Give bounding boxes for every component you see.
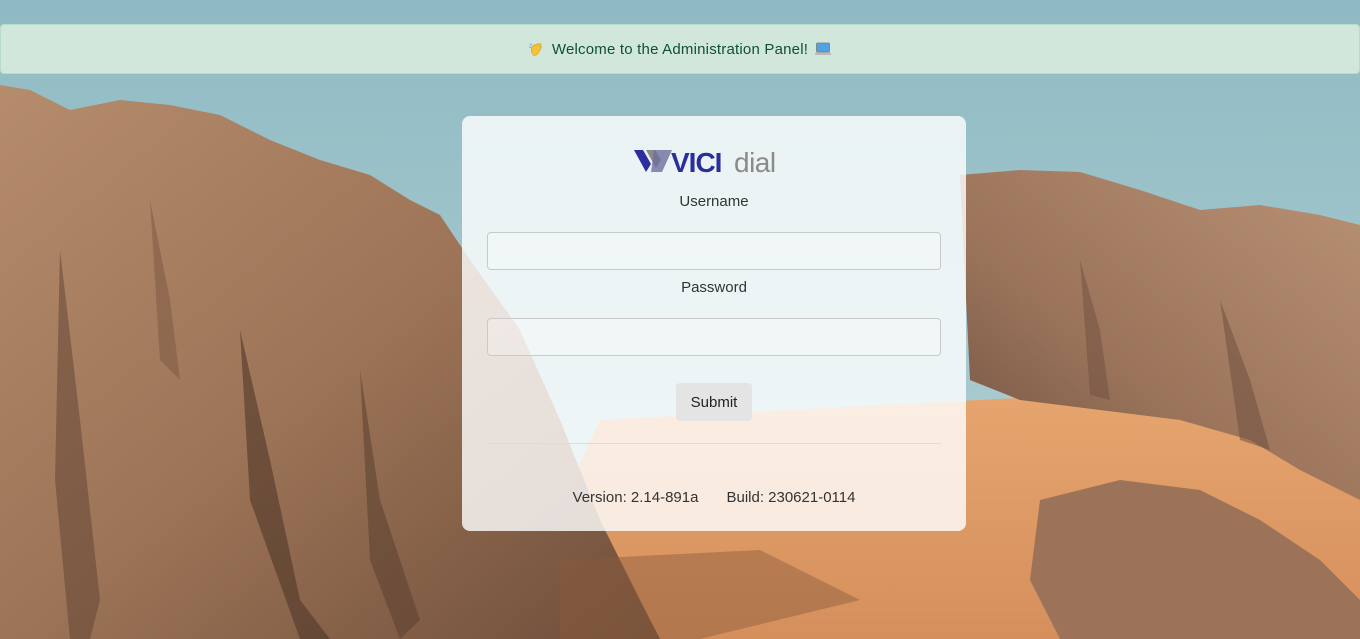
welcome-banner: Welcome to the Administration Panel! <box>0 24 1360 74</box>
laptop-icon <box>815 42 832 55</box>
password-input[interactable] <box>487 318 941 356</box>
version-info: Version: 2.14-891a Build: 230621-0114 <box>462 489 966 506</box>
svg-text:VICI: VICI <box>671 147 721 176</box>
username-label: Username <box>679 193 749 210</box>
submit-button[interactable]: Submit <box>676 383 752 421</box>
username-input[interactable] <box>487 232 941 270</box>
svg-text:dial: dial <box>734 147 776 176</box>
waving-hand-icon <box>528 43 542 56</box>
version-text: Version: 2.14-891a <box>572 489 699 506</box>
welcome-banner-text: Welcome to the Administration Panel! <box>551 40 809 58</box>
login-card: VICI dial Username Password Submit Versi… <box>462 116 966 531</box>
password-label: Password <box>681 279 747 296</box>
build-text: Build: 230621-0114 <box>726 489 856 506</box>
vicidial-logo: VICI dial <box>634 147 776 176</box>
divider <box>487 443 941 444</box>
login-page: Welcome to the Administration Panel! VIC… <box>0 0 1360 639</box>
